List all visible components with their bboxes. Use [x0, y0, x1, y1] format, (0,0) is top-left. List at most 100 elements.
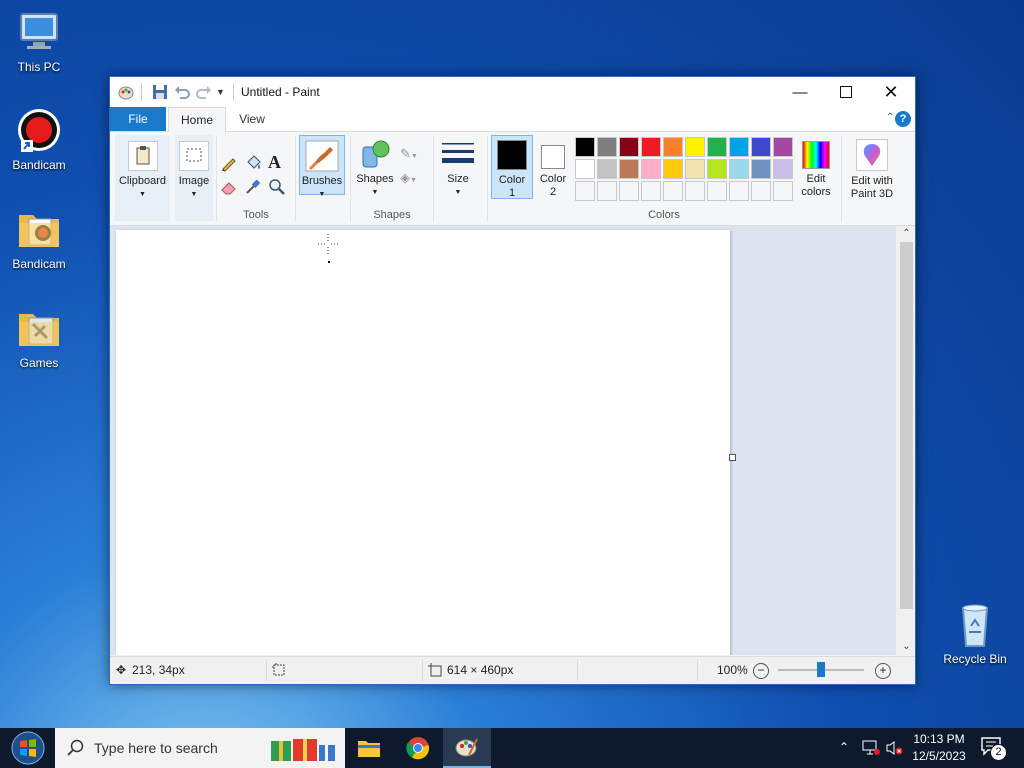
brushes-button[interactable]: Brushes ▼	[299, 135, 345, 198]
palette-swatch[interactable]	[575, 137, 595, 157]
palette-swatch[interactable]	[619, 137, 639, 157]
desktop-icon-label: Bandicam	[12, 158, 66, 172]
desktop-icon-bandicam[interactable]: Bandicam	[4, 106, 74, 172]
edit-colors-line2: colors	[801, 186, 831, 198]
close-button[interactable]: ✕	[868, 77, 914, 107]
palette-swatch[interactable]	[685, 159, 705, 179]
desktop-icon-bandicam-folder[interactable]: Bandicam	[4, 205, 74, 271]
desktop-icon-label: Bandicam	[12, 257, 66, 271]
customize-quick-access-icon[interactable]: ▼	[216, 84, 232, 100]
palette-swatch[interactable]	[773, 159, 793, 179]
image-button[interactable]: Image ▼	[175, 135, 213, 221]
palette-swatch[interactable]	[641, 159, 661, 179]
palette-swatch[interactable]	[707, 137, 727, 157]
palette-swatch[interactable]	[619, 159, 639, 179]
canvas-resize-handle[interactable]	[729, 454, 736, 461]
show-hidden-icons[interactable]: ⌃	[839, 740, 849, 754]
palette-swatch[interactable]	[729, 137, 749, 157]
size-button[interactable]: Size ▼	[438, 135, 478, 205]
palette-swatch[interactable]	[641, 137, 661, 157]
desktop-icon-label: Games	[19, 356, 59, 370]
clock[interactable]: 10:13 PM 12/5/2023	[908, 731, 970, 765]
cursor-position-icon: ✥	[116, 663, 127, 677]
start-button[interactable]	[4, 728, 52, 768]
palette-swatch[interactable]	[663, 159, 683, 179]
eraser-icon[interactable]	[220, 178, 238, 196]
file-explorer-taskbar-button[interactable]	[345, 728, 393, 768]
fill-bucket-icon[interactable]	[244, 154, 262, 172]
tab-file[interactable]: File	[110, 107, 166, 131]
tab-home[interactable]: Home	[168, 107, 226, 133]
collapse-ribbon-icon[interactable]: ⌃	[886, 112, 894, 123]
palette-custom-swatch[interactable]	[729, 181, 749, 201]
zoom-slider-thumb[interactable]	[817, 662, 825, 677]
minimize-button[interactable]: —	[777, 77, 823, 107]
palette-swatch[interactable]	[575, 159, 595, 179]
color1-button[interactable]: Color 1	[491, 135, 533, 199]
pencil-dot	[328, 261, 330, 263]
color1-swatch	[497, 140, 527, 170]
vertical-scrollbar[interactable]: ⌃ ⌄	[898, 226, 915, 655]
outline-icon[interactable]: ✎▼	[400, 146, 424, 164]
palette-custom-swatch[interactable]	[707, 181, 727, 201]
desktop-icon-games[interactable]: Games	[4, 304, 74, 370]
paint-taskbar-button[interactable]	[443, 728, 491, 768]
color-picker-icon[interactable]	[244, 178, 262, 196]
clipboard-button[interactable]: Clipboard ▼	[115, 135, 170, 221]
palette-custom-swatch[interactable]	[751, 181, 771, 201]
desktop-icon-this-pc[interactable]: This PC	[4, 8, 74, 74]
palette-swatch[interactable]	[751, 159, 771, 179]
fill-icon[interactable]: ◈▼	[400, 170, 424, 188]
undo-icon[interactable]	[174, 84, 190, 100]
save-icon[interactable]	[152, 84, 168, 100]
redo-icon[interactable]	[196, 84, 212, 100]
paint-app-icon[interactable]	[118, 84, 134, 100]
palette-custom-swatch[interactable]	[773, 181, 793, 201]
text-tool-icon[interactable]: A	[268, 152, 286, 172]
pencil-icon[interactable]	[220, 154, 238, 172]
network-icon[interactable]	[862, 740, 880, 759]
palette-custom-swatch[interactable]	[663, 181, 683, 201]
notification-center-button[interactable]: 2	[980, 736, 1008, 761]
magnifier-icon[interactable]	[268, 178, 286, 196]
palette-custom-swatch[interactable]	[641, 181, 661, 201]
color2-button[interactable]: Color 2	[534, 135, 572, 198]
palette-swatch[interactable]	[773, 137, 793, 157]
edit-colors-button[interactable]: Edit colors	[796, 135, 836, 205]
zoom-in-button[interactable]: +	[875, 663, 891, 679]
help-icon[interactable]: ?	[895, 111, 911, 127]
volume-muted-icon[interactable]	[886, 740, 904, 759]
palette-swatch[interactable]	[663, 137, 683, 157]
palette-swatch[interactable]	[597, 159, 617, 179]
palette-custom-swatch[interactable]	[575, 181, 595, 201]
zoom-out-button[interactable]: −	[753, 663, 769, 679]
chrome-taskbar-button[interactable]	[394, 728, 442, 768]
search-box[interactable]: Type here to search	[55, 728, 345, 768]
tab-view[interactable]: View	[228, 107, 276, 131]
palette-custom-swatch[interactable]	[619, 181, 639, 201]
status-bar: ✥ 213, 34px 614 × 460px 100% − +	[110, 656, 915, 684]
scrollbar-thumb[interactable]	[900, 242, 913, 609]
palette-swatch[interactable]	[751, 137, 771, 157]
edit-with-paint3d-button[interactable]: Edit with Paint 3D	[844, 135, 900, 205]
palette-swatch[interactable]	[597, 137, 617, 157]
palette-swatch[interactable]	[729, 159, 749, 179]
canvas-size-icon	[428, 663, 442, 680]
color-palette	[575, 137, 797, 203]
shapes-button[interactable]: Shapes ▼	[354, 135, 396, 205]
palette-custom-swatch[interactable]	[597, 181, 617, 201]
scroll-up-icon[interactable]: ⌃	[898, 226, 915, 242]
palette-swatch[interactable]	[707, 159, 727, 179]
desktop-icon-recycle-bin[interactable]: Recycle Bin	[940, 600, 1010, 666]
color2-swatch	[541, 145, 565, 169]
palette-swatch[interactable]	[685, 137, 705, 157]
gifts-search-highlight-icon	[269, 733, 339, 763]
drawing-canvas[interactable]	[116, 230, 730, 655]
shapes-icon	[359, 139, 391, 171]
palette-custom-swatch[interactable]	[685, 181, 705, 201]
scroll-down-icon[interactable]: ⌄	[898, 639, 915, 655]
maximize-button[interactable]	[823, 77, 869, 107]
recycle-bin-icon	[951, 600, 999, 648]
cursor-position: 213, 34px	[132, 663, 185, 677]
crosshair-cursor-icon	[318, 234, 338, 254]
